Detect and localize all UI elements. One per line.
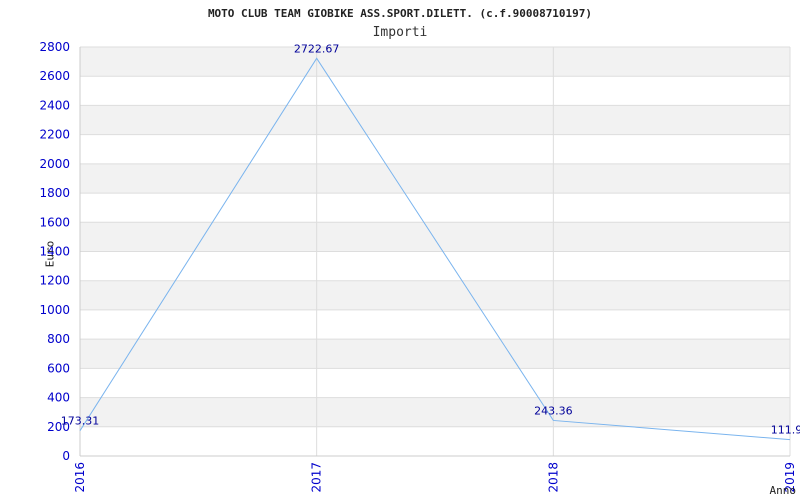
data-label: 2722.67 xyxy=(294,42,340,55)
x-axis-label: Anno xyxy=(769,484,797,497)
grid-band xyxy=(80,397,790,427)
y-tick-label: 1200 xyxy=(39,274,70,288)
y-tick-label: 2200 xyxy=(39,128,70,142)
grid-band xyxy=(80,309,790,340)
y-axis-label: Euro xyxy=(43,240,57,268)
grid-band xyxy=(80,339,790,369)
x-tick-label: 2018 xyxy=(546,462,560,493)
grid-band xyxy=(80,251,790,281)
y-tick-label: 2600 xyxy=(39,69,70,83)
y-tick-label: 1600 xyxy=(39,215,70,229)
grid-band xyxy=(80,105,790,135)
grid-band xyxy=(80,193,790,223)
y-tick-label: 800 xyxy=(47,332,70,346)
grid-band xyxy=(80,222,790,252)
y-tick-label: 1000 xyxy=(39,303,70,317)
y-tick-label: 600 xyxy=(47,361,70,375)
y-tick-label: 2400 xyxy=(39,98,70,112)
y-tick-label: 2000 xyxy=(39,157,70,171)
data-label: 243.36 xyxy=(534,404,573,417)
y-tick-label: 400 xyxy=(47,391,70,405)
data-label: 111.98 xyxy=(771,424,800,437)
y-tick-label: 0 xyxy=(62,449,70,463)
line-chart: 0200400600800100012001400160018002000220… xyxy=(39,40,800,493)
y-tick-label: 2800 xyxy=(39,40,70,54)
grid-band xyxy=(80,134,790,164)
x-tick-label: 2016 xyxy=(73,462,87,493)
grid-band xyxy=(80,47,790,77)
grid-band xyxy=(80,368,790,398)
y-tick-label: 1800 xyxy=(39,186,70,200)
grid-band xyxy=(80,76,790,106)
grid-band xyxy=(80,163,790,194)
grid-band xyxy=(80,280,790,310)
data-label: 173.31 xyxy=(61,415,100,428)
x-tick-label: 2017 xyxy=(310,462,324,493)
